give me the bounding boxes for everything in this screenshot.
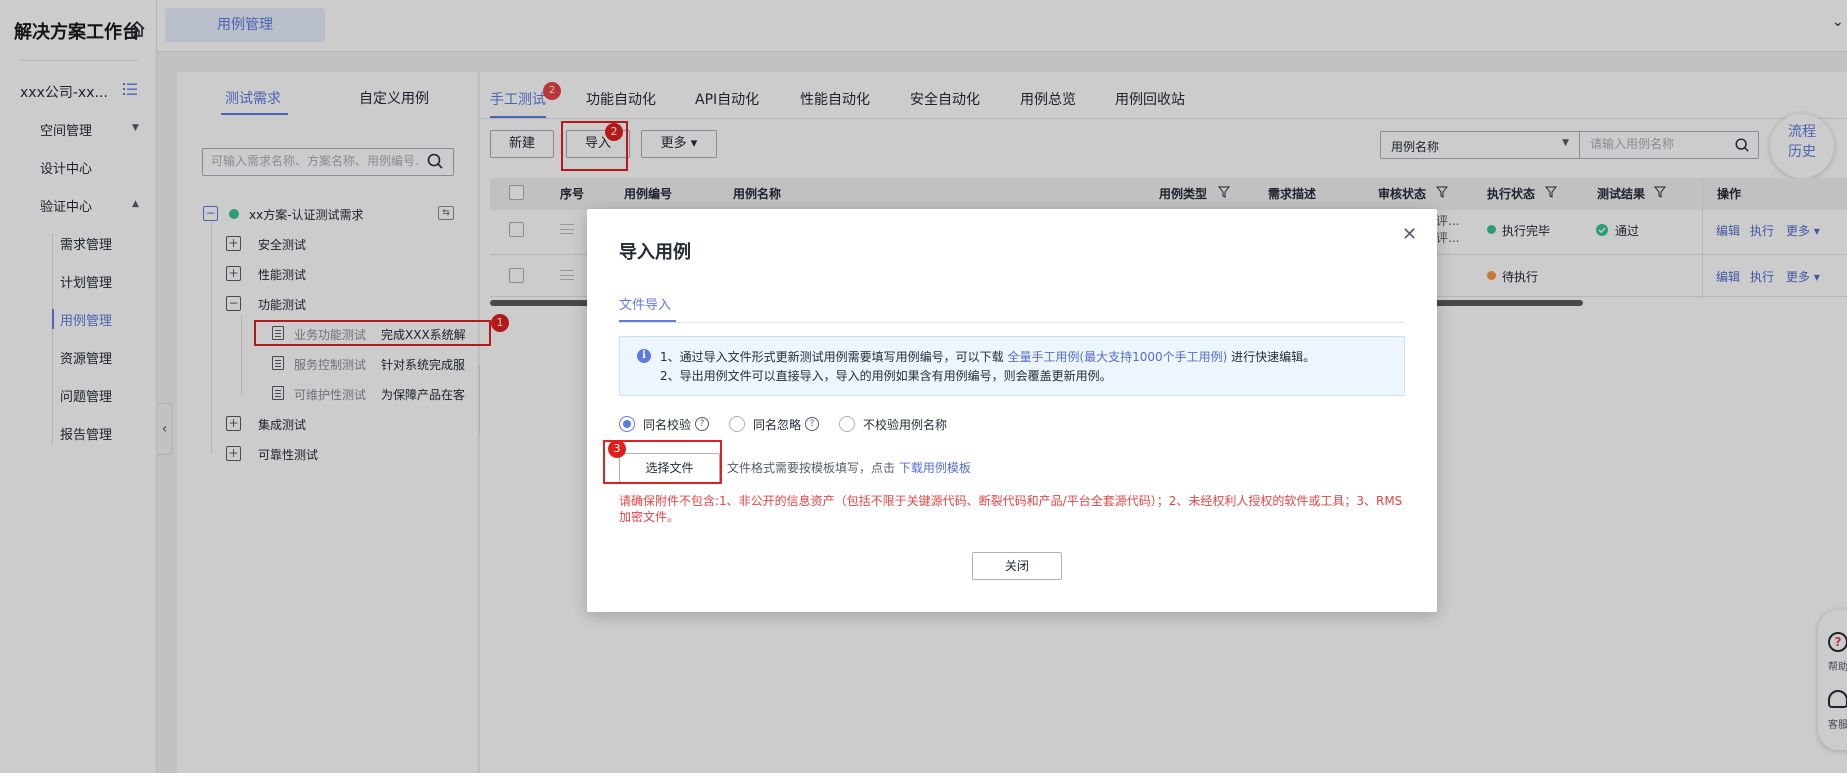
close-icon[interactable]: ✕ [1402, 224, 1417, 245]
info-line-1: 1、通过导入文件形式更新测试用例需要填写用例编号，可以下载 全量手工用例(最大支… [660, 350, 1316, 364]
question-icon[interactable]: ? [695, 417, 709, 431]
tab-underline [619, 320, 676, 322]
tab-divider [619, 322, 1405, 323]
dialog-title: 导入用例 [619, 242, 691, 263]
info-line-2: 2、导出用例文件可以直接导入，导入的用例如果含有用例编号，则会覆盖更新用例。 [660, 369, 1112, 383]
close-button[interactable]: 关闭 [972, 552, 1062, 580]
download-template-link[interactable]: 下载用例模板 [899, 461, 971, 475]
radio-same-name-ignore[interactable] [729, 416, 745, 432]
radio-label[interactable]: 同名校验 [643, 416, 691, 433]
radio-no-name-check[interactable] [839, 416, 855, 432]
radio-label[interactable]: 同名忽略 [753, 416, 801, 433]
radio-same-name-check[interactable] [619, 416, 635, 432]
info-icon: i [637, 349, 651, 363]
attachment-warning: 请确保附件不包含:1、非公开的信息资产（包括不限于关键源代码、断裂代码和产品/平… [619, 494, 1403, 524]
download-all-cases-link[interactable]: 全量手工用例(最大支持1000个手工用例) [1007, 350, 1227, 364]
annotation-badge-3: 3 [608, 440, 626, 458]
question-icon[interactable]: ? [805, 417, 819, 431]
file-format-hint: 文件格式需要按模板填写，点击 下载用例模板 [727, 461, 971, 475]
radio-label[interactable]: 不校验用例名称 [863, 416, 947, 433]
tab-file-import[interactable]: 文件导入 [619, 294, 671, 313]
info-alert [619, 336, 1405, 396]
